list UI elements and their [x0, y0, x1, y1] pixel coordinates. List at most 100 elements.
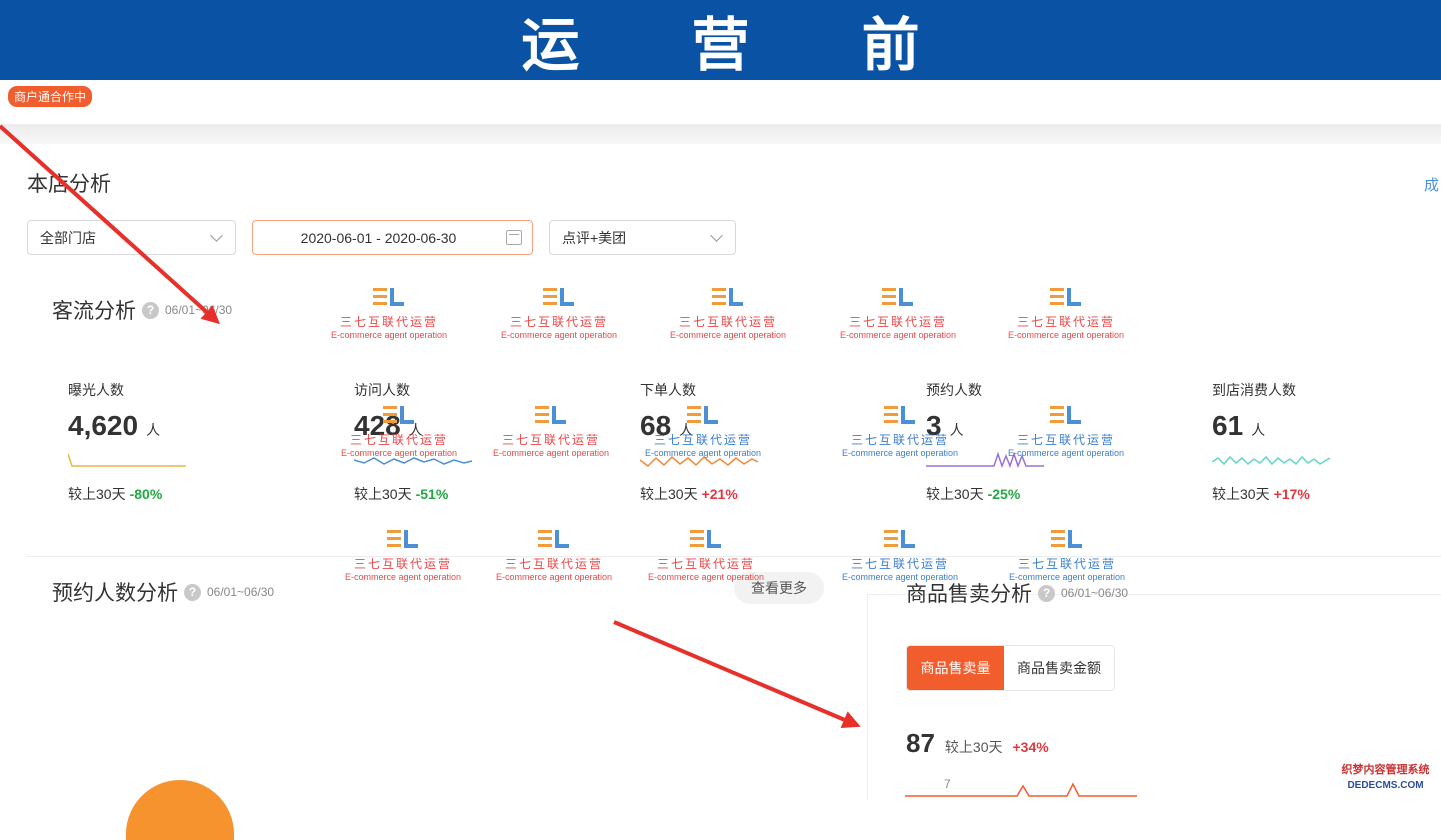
watermark-cn: 三七互联代运营 [1017, 557, 1116, 571]
chevron-down-icon [710, 229, 723, 242]
watermark-en: E-commerce agent operation [492, 448, 610, 458]
metric-change-percent: +21% [701, 486, 738, 502]
help-icon[interactable]: ? [142, 301, 159, 319]
watermark-logo-icon [543, 286, 575, 308]
watermark-logo-icon [1051, 528, 1083, 550]
product-sales-tabs: 商品售卖量 商品售卖金额 [906, 645, 1115, 691]
metric-label: 到店消费人数 [1212, 382, 1296, 398]
tab-sales-amount[interactable]: 商品售卖金额 [1004, 646, 1114, 690]
booking-range: 06/01~06/30 [207, 585, 275, 599]
watermark-cn: 三七互联代运营 [1016, 433, 1115, 447]
metric-label: 下单人数 [640, 382, 696, 398]
watermark-logo-icon [1050, 404, 1082, 426]
watermark: 三七互联代运营 E-commerce agent operation [636, 528, 776, 582]
watermark-en: E-commerce agent operation [344, 572, 462, 582]
watermark-cn: 三七互联代运营 [1016, 315, 1115, 329]
tab-sales-volume[interactable]: 商品售卖量 [907, 646, 1004, 690]
date-range-picker[interactable]: 2020-06-01 - 2020-06-30 [252, 220, 533, 255]
watermark: 三七互联代运营 E-commerce agent operation [333, 528, 473, 582]
watermark-cn: 三七互联代运营 [848, 315, 947, 329]
watermark-en: E-commerce agent operation [647, 572, 765, 582]
sales-sparkline [905, 782, 1137, 797]
watermark-logo-icon [884, 404, 916, 426]
sales-compare-label: 较上30天 [944, 739, 1003, 755]
watermark: 三七互联代运营 E-commerce agent operation [319, 286, 459, 340]
more-link[interactable]: 成 [1424, 174, 1439, 195]
watermark-en: E-commerce agent operation [841, 572, 959, 582]
chevron-down-icon [210, 229, 223, 242]
footer-watermark-cn: 织梦内容管理系统 [1341, 764, 1430, 776]
watermark: 三七互联代运营 E-commerce agent operation [830, 528, 970, 582]
sales-summary: 87 较上30天 +34% [906, 728, 1049, 759]
metric-change-percent: -51% [415, 486, 449, 502]
watermark-logo-icon [383, 404, 415, 426]
metric-value: 61 [1212, 410, 1244, 441]
watermark-en: E-commerce agent operation [500, 330, 618, 340]
watermark-cn: 三七互联代运营 [678, 315, 777, 329]
metric-change-percent: -25% [987, 486, 1021, 502]
watermark-cn: 三七互联代运营 [349, 433, 448, 447]
watermark-cn: 三七互联代运营 [509, 315, 608, 329]
watermark: 三七互联代运营 E-commerce agent operation [484, 528, 624, 582]
watermark-en: E-commerce agent operation [1007, 330, 1125, 340]
watermark: 三七互联代运营 E-commerce agent operation [481, 404, 621, 458]
watermark-logo-icon [535, 404, 567, 426]
store-analysis-panel: 本店分析 成 全部门店 2020-06-01 - 2020-06-30 点评+美… [0, 144, 1441, 840]
watermark-en: E-commerce agent operation [330, 330, 448, 340]
footer-watermark-en: DEDECMS.COM [1347, 780, 1424, 791]
booking-analysis-title: 预约人数分析 [52, 582, 178, 605]
metric-unit: 人 [1251, 422, 1266, 438]
watermark-en: E-commerce agent operation [644, 448, 762, 458]
page-title: 本店分析 [27, 168, 111, 198]
watermark: 三七互联代运营 E-commerce agent operation [997, 528, 1137, 582]
watermark-en: E-commerce agent operation [839, 330, 957, 340]
product-sales-header: 商品售卖分析 ? 06/01~06/30 [906, 578, 1128, 608]
store-select-value: 全部门店 [40, 229, 96, 246]
watermark-logo-icon [387, 528, 419, 550]
help-icon[interactable]: ? [1038, 584, 1055, 602]
banner-title: 运 营 前 [521, 13, 968, 78]
watermark-logo-icon [1050, 286, 1082, 308]
metric-compare-label: 较上30天 [640, 486, 698, 502]
metric-compare-label: 较上30天 [926, 486, 984, 502]
metric-label: 曝光人数 [68, 382, 124, 398]
metric-card: 曝光人数 4,620 人较上30天 -80% [68, 380, 268, 504]
watermark-cn: 三七互联代运营 [653, 433, 752, 447]
date-range-value: 2020-06-01 - 2020-06-30 [300, 229, 457, 246]
watermark-logo-icon [884, 528, 916, 550]
watermark-cn: 三七互联代运营 [339, 315, 438, 329]
watermark-logo-icon [373, 286, 405, 308]
watermark-en: E-commerce agent operation [841, 448, 959, 458]
watermark-logo-icon [712, 286, 744, 308]
banner: 运 营 前 [0, 0, 1441, 80]
watermark-en: E-commerce agent operation [669, 330, 787, 340]
watermark: 三七互联代运营 E-commerce agent operation [633, 404, 773, 458]
traffic-analysis-title: 客流分析 [52, 300, 136, 323]
store-select[interactable]: 全部门店 [27, 220, 236, 255]
metric-change-percent: -80% [129, 486, 163, 502]
metric-sparkline [68, 453, 186, 467]
watermark: 三七互联代运营 E-commerce agent operation [658, 286, 798, 340]
sales-change-percent: +34% [1012, 739, 1049, 755]
metric-label: 预约人数 [926, 382, 982, 398]
metric-sparkline [1212, 455, 1331, 466]
watermark-logo-icon [687, 404, 719, 426]
section-separator [0, 124, 1441, 144]
metric-compare-label: 较上30天 [68, 486, 126, 502]
help-icon[interactable]: ? [184, 583, 201, 601]
watermark: 三七互联代运营 E-commerce agent operation [489, 286, 629, 340]
merchant-status-badge: 商户通合作中 [8, 86, 93, 107]
platform-select-value: 点评+美团 [562, 229, 627, 246]
watermark-cn: 三七互联代运营 [504, 557, 603, 571]
watermark: 三七互联代运营 E-commerce agent operation [996, 286, 1136, 340]
product-sales-range: 06/01~06/30 [1061, 586, 1129, 600]
calendar-icon [506, 230, 522, 245]
watermark: 三七互联代运营 E-commerce agent operation [830, 404, 970, 458]
top-bar: 商户通合作中 [0, 80, 1441, 124]
platform-select[interactable]: 点评+美团 [549, 220, 736, 255]
watermark-en: E-commerce agent operation [1007, 448, 1125, 458]
watermark: 三七互联代运营 E-commerce agent operation [329, 404, 469, 458]
footer-watermark: 织梦内容管理系统 DEDECMS.COM [1330, 762, 1441, 800]
watermark-cn: 三七互联代运营 [850, 433, 949, 447]
watermark-logo-icon [882, 286, 914, 308]
